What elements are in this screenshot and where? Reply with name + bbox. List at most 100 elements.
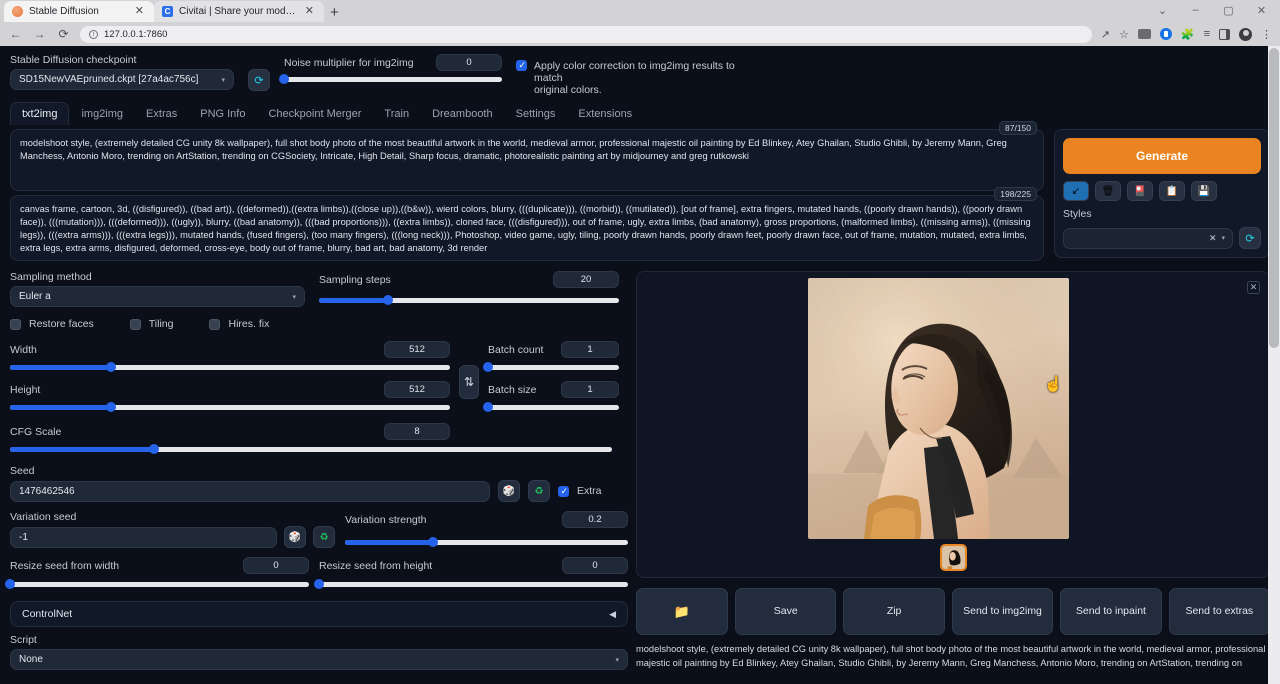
width-value[interactable]: 512 [384, 341, 450, 358]
color-correction-field[interactable]: Apply color correction to img2img result… [516, 60, 754, 96]
close-icon[interactable]: ✕ [303, 6, 316, 17]
seed-input[interactable]: 1476462546 [10, 481, 490, 502]
open-folder-button[interactable]: 📁 [636, 588, 728, 635]
tab-dreambooth[interactable]: Dreambooth [421, 103, 504, 125]
extra-seed-checkbox[interactable] [558, 486, 569, 497]
recycle-seed-button[interactable]: ♻ [528, 480, 550, 502]
close-icon[interactable]: ✕ [1247, 281, 1260, 294]
variation-strength-value[interactable]: 0.2 [562, 511, 628, 528]
tab-extras[interactable]: Extras [135, 103, 188, 125]
address-bar[interactable]: i 127.0.0.1:7860 [80, 26, 1092, 43]
forward-icon[interactable]: → [32, 27, 47, 41]
controlnet-accordion[interactable]: ControlNet ◀ [10, 601, 628, 627]
color-correction-label-line2: original colors. [534, 84, 754, 96]
noise-multiplier-field: Noise multiplier for img2img 0 [284, 54, 502, 84]
clear-prompt-icon[interactable]: 🗑 [1095, 181, 1121, 201]
variation-seed-input[interactable]: -1 [10, 527, 277, 548]
minimize-to-tray-icon[interactable]: ⌄ [1146, 0, 1179, 20]
resize-seed-height-value[interactable]: 0 [562, 557, 628, 574]
show-extra-networks-icon[interactable]: 🎴 [1127, 181, 1153, 201]
random-seed-button[interactable]: 🎲 [498, 480, 520, 502]
thumbnail-image [942, 546, 966, 570]
batch-count-slider[interactable] [488, 362, 619, 372]
new-tab-button[interactable]: + [330, 5, 339, 20]
browser-tab-civitai[interactable]: C Civitai | Share your models ✕ [154, 1, 324, 22]
site-info-icon[interactable]: i [89, 30, 98, 39]
cfg-scale-value[interactable]: 8 [384, 423, 450, 440]
tiling-toggle[interactable]: Tiling [130, 318, 174, 330]
scrollbar-thumb[interactable] [1269, 48, 1279, 348]
batch-count-value[interactable]: 1 [561, 341, 619, 358]
save-button[interactable]: Save [735, 588, 836, 635]
noise-multiplier-slider[interactable] [284, 74, 502, 84]
extension-grid-icon[interactable] [1138, 29, 1151, 39]
resize-seed-height-slider[interactable] [319, 579, 628, 589]
height-value[interactable]: 512 [384, 381, 450, 398]
resize-seed-width-value[interactable]: 0 [243, 557, 309, 574]
side-panel-icon[interactable] [1219, 29, 1230, 40]
page-scrollbar[interactable] [1268, 46, 1280, 684]
send-to-inpaint-button[interactable]: Send to inpaint [1060, 588, 1161, 635]
send-to-img2img-button[interactable]: Send to img2img [952, 588, 1053, 635]
width-slider[interactable] [10, 362, 450, 372]
height-slider[interactable] [10, 402, 450, 412]
minimize-icon[interactable]: – [1179, 0, 1212, 20]
refresh-checkpoint-button[interactable]: ⟳ [248, 69, 270, 91]
share-icon[interactable]: ↗ [1101, 28, 1110, 41]
tiling-checkbox[interactable] [130, 319, 141, 330]
back-icon[interactable]: ← [8, 27, 23, 41]
tab-extensions[interactable]: Extensions [567, 103, 643, 125]
browser-sync-icon[interactable] [1160, 28, 1172, 40]
restore-progress-icon[interactable]: ↙ [1063, 181, 1089, 201]
color-correction-checkbox[interactable] [516, 60, 527, 71]
tab-train[interactable]: Train [373, 103, 420, 125]
zip-button[interactable]: Zip [843, 588, 944, 635]
close-window-icon[interactable]: ✕ [1245, 0, 1278, 20]
prompt-textarea[interactable]: 87/150 modelshoot style, (extremely deta… [10, 129, 1044, 191]
negative-prompt-textarea[interactable]: 198/225 canvas frame, cartoon, 3d, ((dis… [10, 195, 1044, 261]
gallery-thumbnail[interactable] [940, 544, 967, 571]
height-label: Height [10, 384, 40, 396]
resize-seed-width-slider[interactable] [10, 579, 309, 589]
tab-settings[interactable]: Settings [505, 103, 567, 125]
noise-multiplier-value[interactable]: 0 [436, 54, 502, 71]
puzzle-extensions-icon[interactable]: 🧩 [1181, 28, 1195, 41]
generated-image[interactable]: ☝ [808, 278, 1069, 539]
tab-img2img[interactable]: img2img [70, 103, 134, 125]
hires-fix-toggle[interactable]: Hires. fix [209, 318, 269, 330]
clear-styles-icon[interactable]: ✕ [1209, 233, 1217, 244]
batch-size-slider[interactable] [488, 402, 619, 412]
restore-faces-checkbox[interactable] [10, 319, 21, 330]
checkpoint-select[interactable]: SD15NewVAEpruned.ckpt [27a4ac756c] ▾ [10, 69, 234, 90]
profile-avatar-icon[interactable] [1239, 28, 1252, 41]
sampling-steps-slider[interactable] [319, 295, 619, 305]
reload-icon[interactable]: ⟳ [56, 27, 71, 41]
script-select[interactable]: None ▾ [10, 649, 628, 670]
styles-select[interactable]: ✕ ▾ [1063, 228, 1233, 249]
apply-style-icon[interactable]: 📋 [1159, 181, 1185, 201]
restore-faces-toggle[interactable]: Restore faces [10, 318, 94, 330]
sampling-steps-value[interactable]: 20 [553, 271, 619, 288]
refresh-styles-button[interactable]: ⟳ [1239, 227, 1261, 249]
maximize-icon[interactable]: ▢ [1212, 0, 1245, 20]
result-gallery: ✕ [636, 271, 1270, 578]
hires-fix-checkbox[interactable] [209, 319, 220, 330]
browser-tab-stable-diffusion[interactable]: Stable Diffusion ✕ [4, 1, 154, 22]
close-icon[interactable]: ✕ [133, 6, 146, 17]
tab-png-info[interactable]: PNG Info [189, 103, 256, 125]
tab-checkpoint-merger[interactable]: Checkpoint Merger [257, 103, 372, 125]
reading-list-icon[interactable]: ≡ [1204, 28, 1210, 40]
save-style-icon[interactable]: 💾 [1191, 181, 1217, 201]
browser-menu-icon[interactable]: ⋮ [1261, 28, 1272, 41]
batch-size-value[interactable]: 1 [561, 381, 619, 398]
generate-button[interactable]: Generate [1063, 138, 1261, 174]
tab-txt2img[interactable]: txt2img [10, 102, 69, 125]
swap-dimensions-button[interactable]: ⇅ [459, 365, 479, 399]
bookmark-star-icon[interactable]: ☆ [1119, 28, 1129, 41]
recycle-variation-seed-button[interactable]: ♻ [313, 526, 335, 548]
sampling-method-select[interactable]: Euler a ▾ [10, 286, 305, 307]
cfg-scale-slider[interactable] [10, 444, 612, 454]
variation-strength-slider[interactable] [345, 537, 628, 547]
random-variation-seed-button[interactable]: 🎲 [284, 526, 306, 548]
send-to-extras-button[interactable]: Send to extras [1169, 588, 1270, 635]
